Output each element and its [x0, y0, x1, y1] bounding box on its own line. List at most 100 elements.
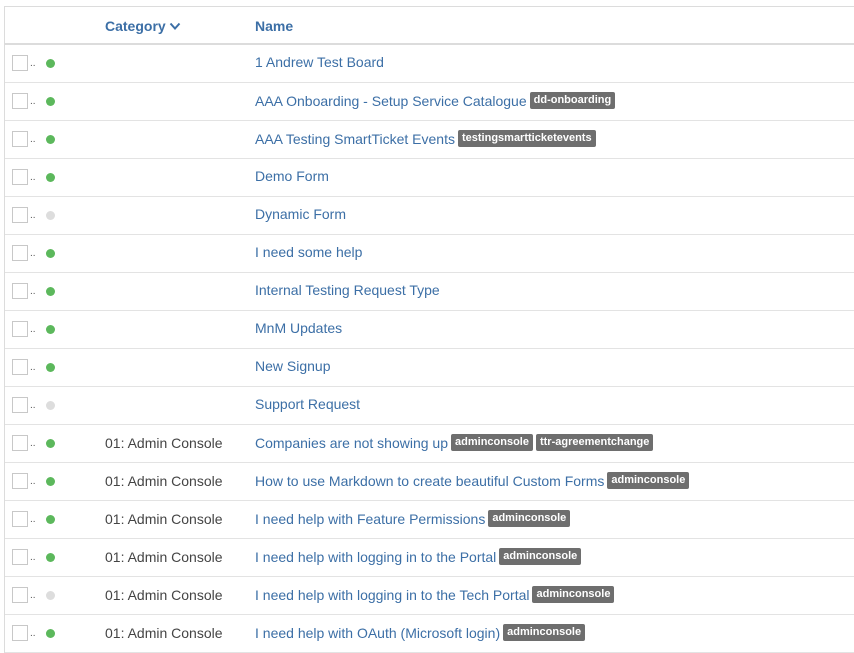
row-menu-icon[interactable]: ..	[30, 211, 36, 221]
row-menu-icon[interactable]: ..	[30, 325, 36, 335]
status-dot-icon	[46, 173, 55, 182]
row-name-link[interactable]: Support Request	[255, 396, 360, 412]
row-checkbox[interactable]	[12, 359, 28, 375]
row-menu-icon[interactable]: ..	[30, 553, 36, 563]
tag-badge: adminconsole	[532, 586, 615, 603]
row-name-cell: Dynamic Form	[255, 206, 346, 222]
row-category: 01: Admin Console	[105, 625, 223, 641]
row-checkbox[interactable]	[12, 587, 28, 603]
row-checkbox[interactable]	[12, 435, 28, 451]
row-menu-icon[interactable]: ..	[30, 439, 36, 449]
row-name-link[interactable]: New Signup	[255, 358, 331, 374]
row-checkbox[interactable]	[12, 625, 28, 641]
row-name-link[interactable]: I need some help	[255, 244, 362, 260]
status-dot-icon	[46, 363, 55, 372]
row-menu-icon[interactable]: ..	[30, 363, 36, 373]
row-menu-icon[interactable]: ..	[30, 515, 36, 525]
table-row[interactable]: .. AAA Onboarding - Setup Service Catalog…	[5, 83, 854, 121]
row-menu-icon[interactable]: ..	[30, 249, 36, 259]
row-name-cell: New Signup	[255, 358, 331, 374]
row-checkbox[interactable]	[12, 511, 28, 527]
tag-badge: adminconsole	[451, 434, 533, 451]
row-category: 01: Admin Console	[105, 587, 223, 603]
row-checkbox[interactable]	[12, 93, 28, 109]
row-menu-icon[interactable]: ..	[30, 477, 36, 487]
row-name-link[interactable]: I need help with logging in to the Tech …	[255, 587, 529, 603]
row-category: 01: Admin Console	[105, 511, 223, 527]
row-name-cell: I need help with OAuth (Microsoft login)…	[255, 624, 586, 641]
table-row[interactable]: .. 1 Andrew Test Board	[5, 45, 854, 83]
row-checkbox[interactable]	[12, 131, 28, 147]
row-checkbox[interactable]	[12, 55, 28, 71]
row-checkbox[interactable]	[12, 321, 28, 337]
row-menu-icon[interactable]: ..	[30, 173, 36, 183]
row-menu-icon[interactable]: ..	[30, 629, 36, 639]
table-row[interactable]: .. 01: Admin Console I need help with Feat…	[5, 501, 854, 539]
row-checkbox[interactable]	[12, 283, 28, 299]
row-menu-icon[interactable]: ..	[30, 591, 36, 601]
row-name-link[interactable]: I need help with logging in to the Porta…	[255, 549, 496, 565]
row-name-link[interactable]: AAA Testing SmartTicket Events	[255, 131, 455, 147]
row-name-cell: I need some help	[255, 244, 362, 260]
chevron-down-icon	[169, 22, 180, 30]
tag-badge: dd-onboarding	[529, 92, 616, 109]
row-name-link[interactable]: AAA Onboarding - Setup Service Catalogue	[255, 93, 527, 109]
row-menu-icon[interactable]: ..	[30, 59, 36, 69]
row-name-cell: Companies are not showing up adminconsole…	[255, 434, 654, 451]
row-name-link[interactable]: Internal Testing Request Type	[255, 282, 440, 298]
row-name-cell: Demo Form	[255, 168, 329, 184]
table-row[interactable]: .. 01: Admin Console I need help with OAut…	[5, 615, 854, 653]
row-name-link[interactable]: I need help with Feature Permissions	[255, 511, 485, 527]
table-header: Category Name	[5, 7, 854, 45]
table-row[interactable]: .. MnM Updates	[5, 311, 854, 349]
table-row[interactable]: .. Internal Testing Request Type	[5, 273, 854, 311]
table-body: .. 1 Andrew Test Board.. AAA Onboarding - …	[5, 45, 854, 653]
table-row[interactable]: .. AAA Testing SmartTicket Events testings…	[5, 121, 854, 159]
status-dot-icon	[46, 135, 55, 144]
status-dot-icon	[46, 401, 55, 410]
status-dot-icon	[46, 477, 55, 486]
row-checkbox[interactable]	[12, 169, 28, 185]
table-row[interactable]: .. 01: Admin Console I need help with logg…	[5, 539, 854, 577]
table-row[interactable]: .. I need some help	[5, 235, 854, 273]
row-checkbox[interactable]	[12, 207, 28, 223]
table-row[interactable]: .. Support Request	[5, 387, 854, 425]
row-menu-icon[interactable]: ..	[30, 287, 36, 297]
row-name-cell: I need help with logging in to the Tech …	[255, 586, 615, 603]
table-row[interactable]: .. Dynamic Form	[5, 197, 854, 235]
row-name-cell: I need help with Feature Permissions admi…	[255, 510, 571, 527]
table-row[interactable]: .. 01: Admin Console I need help with logg…	[5, 577, 854, 615]
row-category: 01: Admin Console	[105, 549, 223, 565]
row-checkbox[interactable]	[12, 473, 28, 489]
row-name-link[interactable]: MnM Updates	[255, 320, 342, 336]
row-name-link[interactable]: Companies are not showing up	[255, 435, 448, 451]
table-row[interactable]: .. Demo Form	[5, 159, 854, 197]
row-menu-icon[interactable]: ..	[30, 97, 36, 107]
table-row[interactable]: .. 01: Admin Console How to use Markdown t…	[5, 463, 854, 501]
row-name-cell: Internal Testing Request Type	[255, 282, 440, 298]
row-name-link[interactable]: Dynamic Form	[255, 206, 346, 222]
row-name-cell: AAA Onboarding - Setup Service Catalogue…	[255, 92, 616, 109]
status-dot-icon	[46, 97, 55, 106]
table-row[interactable]: .. New Signup	[5, 349, 854, 387]
row-name-cell: 1 Andrew Test Board	[255, 54, 384, 70]
row-name-link[interactable]: 1 Andrew Test Board	[255, 54, 384, 70]
name-column-header[interactable]: Name	[255, 18, 293, 34]
row-menu-icon[interactable]: ..	[30, 135, 36, 145]
row-name-link[interactable]: How to use Markdown to create beautiful …	[255, 473, 604, 489]
category-column-header[interactable]: Category	[105, 18, 181, 34]
status-dot-icon	[46, 629, 55, 638]
status-dot-icon	[46, 59, 55, 68]
row-checkbox[interactable]	[12, 549, 28, 565]
row-name-link[interactable]: Demo Form	[255, 168, 329, 184]
status-dot-icon	[46, 325, 55, 334]
tag-badge: adminconsole	[503, 624, 586, 641]
row-checkbox[interactable]	[12, 397, 28, 413]
row-name-cell: I need help with logging in to the Porta…	[255, 548, 582, 565]
row-name-cell: MnM Updates	[255, 320, 342, 336]
row-name-link[interactable]: I need help with OAuth (Microsoft login)	[255, 625, 500, 641]
row-menu-icon[interactable]: ..	[30, 401, 36, 411]
status-dot-icon	[46, 515, 55, 524]
table-row[interactable]: .. 01: Admin Console Companies are not sho…	[5, 425, 854, 463]
row-checkbox[interactable]	[12, 245, 28, 261]
